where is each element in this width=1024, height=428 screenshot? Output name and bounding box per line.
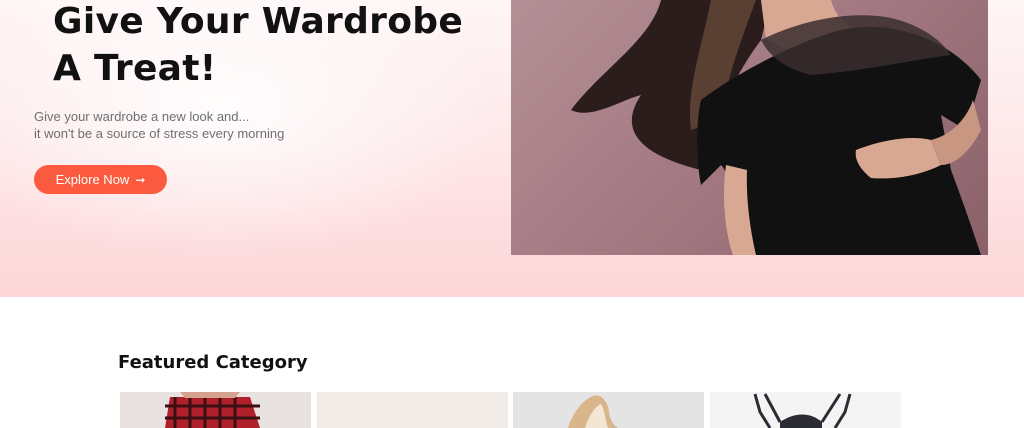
hero-banner: Give Your Wardrobe A Treat! Give your wa… (0, 0, 1024, 297)
plaid-top-image (120, 392, 311, 428)
hero-subtitle-line-1: Give your wardrobe a new look and... (34, 109, 250, 124)
category-card-accessories[interactable] (317, 392, 508, 428)
category-card-tops[interactable] (120, 392, 311, 428)
featured-category-grid (120, 392, 901, 428)
hero-model-illustration (571, 0, 981, 255)
category-card-swimwear[interactable] (710, 392, 901, 428)
featured-category-title: Featured Category (118, 352, 308, 373)
explore-now-label: Explore Now (55, 172, 130, 187)
strappy-top-image (710, 392, 901, 428)
category-card-shoes[interactable] (513, 392, 704, 428)
hero-subtitle: Give your wardrobe a new look and... it … (34, 108, 354, 142)
explore-now-button[interactable]: Explore Now ➞ (34, 165, 167, 194)
heel-shoe-image (513, 392, 704, 428)
hero-subtitle-line-2: it won't be a source of stress every mor… (34, 126, 285, 141)
arrow-right-icon: ➞ (135, 172, 146, 187)
hero-model-image (511, 0, 988, 255)
hero-title: Give Your Wardrobe A Treat! (53, 0, 493, 92)
hero-title-line-1: Give Your Wardrobe (53, 1, 464, 42)
hero-title-line-2: A Treat! (53, 48, 217, 89)
neutral-product-image (317, 392, 508, 428)
